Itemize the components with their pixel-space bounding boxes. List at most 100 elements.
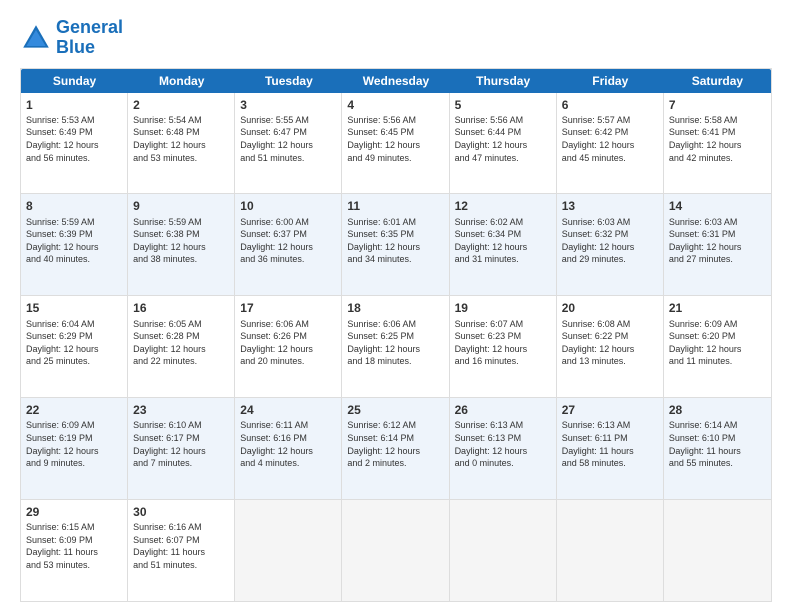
day-number: 16 bbox=[133, 300, 229, 316]
day-number: 5 bbox=[455, 97, 551, 113]
day-cell: 5Sunrise: 5:56 AM Sunset: 6:44 PM Daylig… bbox=[450, 93, 557, 194]
empty-cell bbox=[342, 500, 449, 601]
empty-cell bbox=[557, 500, 664, 601]
day-number: 21 bbox=[669, 300, 766, 316]
day-number: 13 bbox=[562, 198, 658, 214]
col-thursday: Thursday bbox=[450, 69, 557, 93]
day-cell: 21 Sunrise: 6:09 AM Sunset: 6:20 PM Dayli… bbox=[664, 296, 771, 397]
day-info: Sunrise: 6:02 AM Sunset: 6:34 PM Dayligh… bbox=[455, 216, 551, 266]
day-cell: 15 Sunrise: 6:04 AM Sunset: 6:29 PM Dayli… bbox=[21, 296, 128, 397]
day-number: 1 bbox=[26, 97, 122, 113]
day-number: 27 bbox=[562, 402, 658, 418]
day-cell: 22Sunrise: 6:09 AM Sunset: 6:19 PM Dayli… bbox=[21, 398, 128, 499]
day-number: 15 bbox=[26, 300, 122, 316]
day-number: 29 bbox=[26, 504, 122, 520]
page: General Blue Sunday Monday Tuesday Wedne… bbox=[0, 0, 792, 612]
day-number: 3 bbox=[240, 97, 336, 113]
calendar-row: 1Sunrise: 5:53 AM Sunset: 6:49 PM Daylig… bbox=[21, 93, 771, 195]
day-cell: 1Sunrise: 5:53 AM Sunset: 6:49 PM Daylig… bbox=[21, 93, 128, 194]
day-info: Sunrise: 6:06 AM Sunset: 6:26 PM Dayligh… bbox=[240, 318, 336, 368]
day-info: Sunrise: 6:09 AM Sunset: 6:20 PM Dayligh… bbox=[669, 318, 766, 368]
day-info: Sunrise: 5:59 AM Sunset: 6:38 PM Dayligh… bbox=[133, 216, 229, 266]
calendar-row: 29Sunrise: 6:15 AM Sunset: 6:09 PM Dayli… bbox=[21, 500, 771, 601]
day-cell: 26Sunrise: 6:13 AM Sunset: 6:13 PM Dayli… bbox=[450, 398, 557, 499]
day-number: 26 bbox=[455, 402, 551, 418]
day-info: Sunrise: 5:55 AM Sunset: 6:47 PM Dayligh… bbox=[240, 114, 336, 164]
day-number: 7 bbox=[669, 97, 766, 113]
header: General Blue bbox=[20, 18, 772, 58]
day-number: 28 bbox=[669, 402, 766, 418]
day-cell: 9 Sunrise: 5:59 AM Sunset: 6:38 PM Daylig… bbox=[128, 194, 235, 295]
day-cell: 27Sunrise: 6:13 AM Sunset: 6:11 PM Dayli… bbox=[557, 398, 664, 499]
day-cell: 12 Sunrise: 6:02 AM Sunset: 6:34 PM Dayli… bbox=[450, 194, 557, 295]
day-cell: 28Sunrise: 6:14 AM Sunset: 6:10 PM Dayli… bbox=[664, 398, 771, 499]
empty-cell bbox=[450, 500, 557, 601]
day-number: 6 bbox=[562, 97, 658, 113]
col-wednesday: Wednesday bbox=[342, 69, 449, 93]
day-cell: 23Sunrise: 6:10 AM Sunset: 6:17 PM Dayli… bbox=[128, 398, 235, 499]
day-cell: 19 Sunrise: 6:07 AM Sunset: 6:23 PM Dayli… bbox=[450, 296, 557, 397]
calendar-row: 22Sunrise: 6:09 AM Sunset: 6:19 PM Dayli… bbox=[21, 398, 771, 500]
day-cell: 20Sunrise: 6:08 AM Sunset: 6:22 PM Dayli… bbox=[557, 296, 664, 397]
day-number: 9 bbox=[133, 198, 229, 214]
day-info: Sunrise: 6:05 AM Sunset: 6:28 PM Dayligh… bbox=[133, 318, 229, 368]
day-info: Sunrise: 6:08 AM Sunset: 6:22 PM Dayligh… bbox=[562, 318, 658, 368]
day-cell: 29Sunrise: 6:15 AM Sunset: 6:09 PM Dayli… bbox=[21, 500, 128, 601]
day-info: Sunrise: 5:54 AM Sunset: 6:48 PM Dayligh… bbox=[133, 114, 229, 164]
day-info: Sunrise: 6:04 AM Sunset: 6:29 PM Dayligh… bbox=[26, 318, 122, 368]
day-number: 8 bbox=[26, 198, 122, 214]
day-info: Sunrise: 6:16 AM Sunset: 6:07 PM Dayligh… bbox=[133, 521, 229, 571]
day-number: 4 bbox=[347, 97, 443, 113]
day-info: Sunrise: 6:03 AM Sunset: 6:32 PM Dayligh… bbox=[562, 216, 658, 266]
day-number: 19 bbox=[455, 300, 551, 316]
day-info: Sunrise: 5:56 AM Sunset: 6:44 PM Dayligh… bbox=[455, 114, 551, 164]
calendar: Sunday Monday Tuesday Wednesday Thursday… bbox=[20, 68, 772, 602]
day-number: 14 bbox=[669, 198, 766, 214]
day-info: Sunrise: 5:58 AM Sunset: 6:41 PM Dayligh… bbox=[669, 114, 766, 164]
day-info: Sunrise: 6:06 AM Sunset: 6:25 PM Dayligh… bbox=[347, 318, 443, 368]
day-cell: 18 Sunrise: 6:06 AM Sunset: 6:25 PM Dayli… bbox=[342, 296, 449, 397]
day-info: Sunrise: 6:01 AM Sunset: 6:35 PM Dayligh… bbox=[347, 216, 443, 266]
day-number: 30 bbox=[133, 504, 229, 520]
day-info: Sunrise: 5:59 AM Sunset: 6:39 PM Dayligh… bbox=[26, 216, 122, 266]
day-cell: 2Sunrise: 5:54 AM Sunset: 6:48 PM Daylig… bbox=[128, 93, 235, 194]
day-number: 10 bbox=[240, 198, 336, 214]
logo-text: General Blue bbox=[56, 18, 123, 58]
day-number: 12 bbox=[455, 198, 551, 214]
day-info: Sunrise: 6:09 AM Sunset: 6:19 PM Dayligh… bbox=[26, 419, 122, 469]
day-cell: 3Sunrise: 5:55 AM Sunset: 6:47 PM Daylig… bbox=[235, 93, 342, 194]
day-cell: 7Sunrise: 5:58 AM Sunset: 6:41 PM Daylig… bbox=[664, 93, 771, 194]
day-number: 2 bbox=[133, 97, 229, 113]
day-info: Sunrise: 6:00 AM Sunset: 6:37 PM Dayligh… bbox=[240, 216, 336, 266]
day-cell: 10 Sunrise: 6:00 AM Sunset: 6:37 PM Dayli… bbox=[235, 194, 342, 295]
empty-cell bbox=[235, 500, 342, 601]
calendar-body: 1Sunrise: 5:53 AM Sunset: 6:49 PM Daylig… bbox=[21, 93, 771, 601]
col-friday: Friday bbox=[557, 69, 664, 93]
day-cell: 8 Sunrise: 5:59 AM Sunset: 6:39 PM Daylig… bbox=[21, 194, 128, 295]
day-cell: 24Sunrise: 6:11 AM Sunset: 6:16 PM Dayli… bbox=[235, 398, 342, 499]
calendar-row: 8 Sunrise: 5:59 AM Sunset: 6:39 PM Daylig… bbox=[21, 194, 771, 296]
col-monday: Monday bbox=[128, 69, 235, 93]
day-info: Sunrise: 6:12 AM Sunset: 6:14 PM Dayligh… bbox=[347, 419, 443, 469]
col-tuesday: Tuesday bbox=[235, 69, 342, 93]
day-cell: 16 Sunrise: 6:05 AM Sunset: 6:28 PM Dayli… bbox=[128, 296, 235, 397]
day-number: 11 bbox=[347, 198, 443, 214]
day-number: 23 bbox=[133, 402, 229, 418]
col-sunday: Sunday bbox=[21, 69, 128, 93]
day-info: Sunrise: 5:57 AM Sunset: 6:42 PM Dayligh… bbox=[562, 114, 658, 164]
day-info: Sunrise: 6:07 AM Sunset: 6:23 PM Dayligh… bbox=[455, 318, 551, 368]
day-info: Sunrise: 5:56 AM Sunset: 6:45 PM Dayligh… bbox=[347, 114, 443, 164]
day-cell: 17Sunrise: 6:06 AM Sunset: 6:26 PM Dayli… bbox=[235, 296, 342, 397]
day-cell: 25Sunrise: 6:12 AM Sunset: 6:14 PM Dayli… bbox=[342, 398, 449, 499]
day-cell: 13 Sunrise: 6:03 AM Sunset: 6:32 PM Dayli… bbox=[557, 194, 664, 295]
logo: General Blue bbox=[20, 18, 123, 58]
day-cell: 6Sunrise: 5:57 AM Sunset: 6:42 PM Daylig… bbox=[557, 93, 664, 194]
day-info: Sunrise: 6:14 AM Sunset: 6:10 PM Dayligh… bbox=[669, 419, 766, 469]
col-saturday: Saturday bbox=[664, 69, 771, 93]
empty-cell bbox=[664, 500, 771, 601]
day-number: 18 bbox=[347, 300, 443, 316]
day-cell: 4Sunrise: 5:56 AM Sunset: 6:45 PM Daylig… bbox=[342, 93, 449, 194]
day-info: Sunrise: 6:10 AM Sunset: 6:17 PM Dayligh… bbox=[133, 419, 229, 469]
day-info: Sunrise: 6:15 AM Sunset: 6:09 PM Dayligh… bbox=[26, 521, 122, 571]
day-info: Sunrise: 6:11 AM Sunset: 6:16 PM Dayligh… bbox=[240, 419, 336, 469]
